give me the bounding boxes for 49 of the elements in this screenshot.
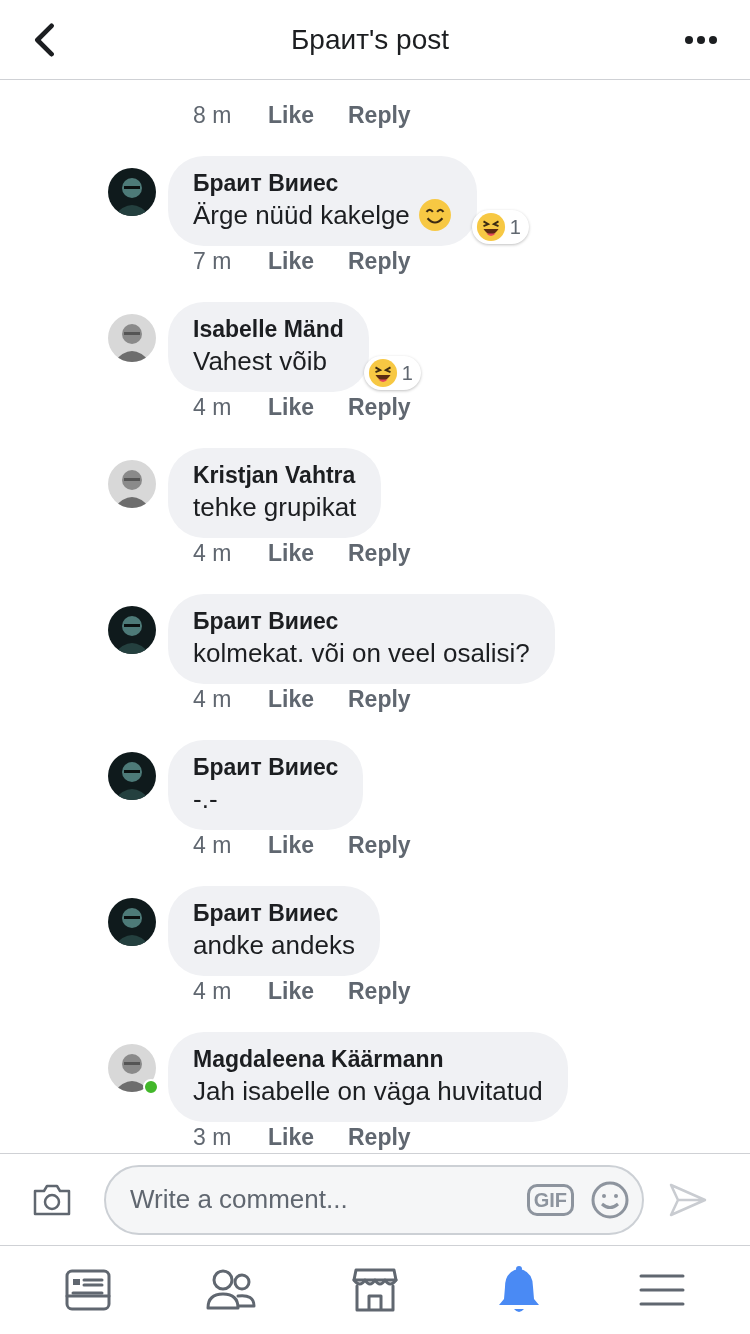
comment-time: 4 m <box>193 830 233 860</box>
camera-icon[interactable] <box>32 1182 72 1217</box>
comment-author[interactable]: Isabelle Mänd <box>193 314 344 344</box>
comment-text: andke andeks <box>193 929 355 962</box>
emoji-icon[interactable] <box>590 1179 630 1220</box>
reply-link[interactable]: Reply <box>348 973 411 1009</box>
reply-link[interactable]: Reply <box>348 681 411 717</box>
comment-text: Vahest võib <box>193 345 327 378</box>
comment-text: Ärge nüüd kakelge <box>193 199 410 232</box>
comment-time: 7 m <box>193 246 233 276</box>
page-title: Браит's post <box>290 22 449 57</box>
reaction-badge[interactable]: 1 <box>363 356 421 390</box>
shop-icon <box>351 1266 399 1314</box>
comment-text: kolmekat. või on veel osalisi? <box>193 637 530 670</box>
like-link[interactable]: Like <box>268 827 348 863</box>
reply-link[interactable]: Reply <box>348 1119 411 1153</box>
comment-time: 8 m <box>193 100 233 130</box>
like-link[interactable]: Like <box>268 973 348 1009</box>
reply-link[interactable]: Reply <box>348 97 411 133</box>
reaction-count: 1 <box>509 215 521 240</box>
comment-time: 4 m <box>193 976 233 1006</box>
comment-text: -.- <box>193 783 218 816</box>
reaction-badge[interactable]: 1 <box>471 210 529 244</box>
comment-text: Jah isabelle on väga huvitatud <box>193 1075 543 1108</box>
like-link[interactable]: Like <box>268 1119 348 1153</box>
reply-link[interactable]: Reply <box>348 535 411 571</box>
comment-text: tehke grupikat <box>193 491 357 524</box>
comment-author[interactable]: Kristjan Vahtra <box>193 460 357 490</box>
comment-input[interactable]: Write a comment... <box>130 1180 511 1219</box>
comment-time: 3 m <box>193 1122 233 1152</box>
reply-link[interactable]: Reply <box>348 243 411 279</box>
comment-author[interactable]: Браит Вииес <box>193 752 339 782</box>
comment-author[interactable]: Браит Вииес <box>193 606 530 636</box>
like-link[interactable]: Like <box>268 681 348 717</box>
reply-link[interactable]: Reply <box>348 389 411 425</box>
reaction-count: 1 <box>401 361 413 386</box>
comment-time: 4 m <box>193 538 233 568</box>
comment-time: 4 m <box>193 684 233 714</box>
reply-link[interactable]: Reply <box>348 827 411 863</box>
comment-author[interactable]: Magdaleena Käärmann <box>193 1044 543 1074</box>
comment-time: 4 m <box>193 392 233 422</box>
like-link[interactable]: Like <box>268 243 348 279</box>
like-link[interactable]: Like <box>268 97 348 133</box>
comment-author[interactable]: Браит Вииес <box>193 898 355 928</box>
like-link[interactable]: Like <box>268 389 348 425</box>
like-link[interactable]: Like <box>268 535 348 571</box>
back-icon[interactable] <box>32 22 56 57</box>
more-icon[interactable] <box>684 34 718 45</box>
comment-author[interactable]: Браит Вииес <box>193 168 452 198</box>
